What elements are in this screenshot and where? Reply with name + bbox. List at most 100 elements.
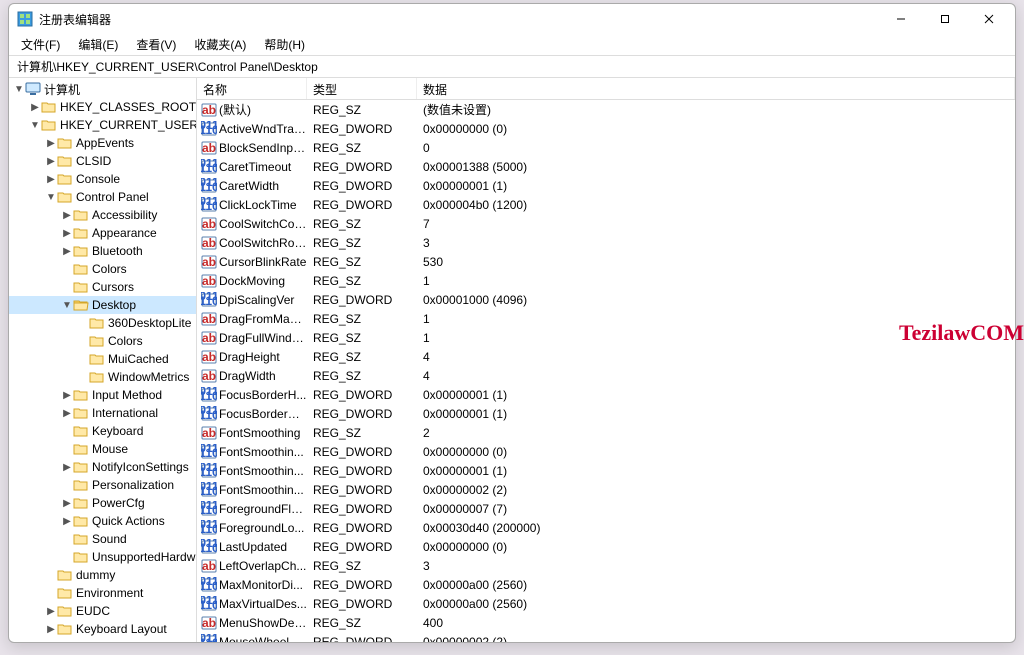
menu-help[interactable]: 帮助(H) bbox=[256, 34, 313, 55]
value-row[interactable]: abCursorBlinkRateREG_SZ530 bbox=[197, 252, 1015, 271]
expand-icon[interactable]: ▶ bbox=[61, 227, 73, 239]
tree-item[interactable]: Environment bbox=[9, 584, 196, 602]
value-row[interactable]: 011110CaretWidthREG_DWORD0x00000001 (1) bbox=[197, 176, 1015, 195]
value-row[interactable]: 011110FontSmoothin...REG_DWORD0x00000002… bbox=[197, 480, 1015, 499]
value-row[interactable]: 011110MaxVirtualDes...REG_DWORD0x00000a0… bbox=[197, 594, 1015, 613]
value-row[interactable]: abDragFullWindo...REG_SZ1 bbox=[197, 328, 1015, 347]
menu-edit[interactable]: 编辑(E) bbox=[70, 34, 126, 55]
maximize-button[interactable] bbox=[923, 4, 967, 34]
value-row[interactable]: abDragHeightREG_SZ4 bbox=[197, 347, 1015, 366]
tree-item[interactable]: ▶Keyboard Layout bbox=[9, 620, 196, 638]
value-row[interactable]: abMenuShowDelayREG_SZ400 bbox=[197, 613, 1015, 632]
tree-item[interactable]: ▶CLSID bbox=[9, 152, 196, 170]
tree-item[interactable]: Keyboard bbox=[9, 422, 196, 440]
tree-item[interactable]: MuiCached bbox=[9, 350, 196, 368]
value-row[interactable]: 011110FocusBorderH...REG_DWORD0x00000001… bbox=[197, 385, 1015, 404]
expand-icon[interactable]: ▶ bbox=[61, 245, 73, 257]
expand-icon[interactable] bbox=[77, 317, 89, 329]
value-row[interactable]: abDragFromMaxi...REG_SZ1 bbox=[197, 309, 1015, 328]
menu-view[interactable]: 查看(V) bbox=[128, 34, 184, 55]
expand-icon[interactable]: ▼ bbox=[13, 83, 25, 95]
expand-icon[interactable] bbox=[61, 533, 73, 545]
tree-item[interactable]: ▶AppEvents bbox=[9, 134, 196, 152]
minimize-button[interactable] bbox=[879, 4, 923, 34]
value-row[interactable]: 011110FontSmoothin...REG_DWORD0x00000000… bbox=[197, 442, 1015, 461]
expand-icon[interactable] bbox=[61, 263, 73, 275]
expand-icon[interactable] bbox=[61, 551, 73, 563]
tree-item[interactable]: ▶International bbox=[9, 404, 196, 422]
value-row[interactable]: 011110MaxMonitorDi...REG_DWORD0x00000a00… bbox=[197, 575, 1015, 594]
tree-item[interactable]: WindowMetrics bbox=[9, 368, 196, 386]
expand-icon[interactable] bbox=[45, 569, 57, 581]
tree-item[interactable]: Colors bbox=[9, 260, 196, 278]
tree-item[interactable]: ▶Quick Actions bbox=[9, 512, 196, 530]
value-row[interactable]: 011110FontSmoothin...REG_DWORD0x00000001… bbox=[197, 461, 1015, 480]
value-row[interactable]: 011110FocusBorderW...REG_DWORD0x00000001… bbox=[197, 404, 1015, 423]
menu-file[interactable]: 文件(F) bbox=[13, 34, 68, 55]
expand-icon[interactable] bbox=[61, 479, 73, 491]
value-row[interactable]: 011110LastUpdatedREG_DWORD0x00000000 (0) bbox=[197, 537, 1015, 556]
expand-icon[interactable] bbox=[61, 425, 73, 437]
tree-item[interactable]: ▶PowerCfg bbox=[9, 494, 196, 512]
close-button[interactable] bbox=[967, 4, 1011, 34]
expand-icon[interactable]: ▼ bbox=[61, 299, 73, 311]
expand-icon[interactable]: ▶ bbox=[61, 497, 73, 509]
value-row[interactable]: 011110ActiveWndTrac...REG_DWORD0x0000000… bbox=[197, 119, 1015, 138]
col-data[interactable]: 数据 bbox=[417, 78, 1015, 99]
tree-item[interactable]: ▶Input Method bbox=[9, 386, 196, 404]
value-row[interactable]: 011110ClickLockTimeREG_DWORD0x000004b0 (… bbox=[197, 195, 1015, 214]
value-row[interactable]: abLeftOverlapCh...REG_SZ3 bbox=[197, 556, 1015, 575]
tree-item[interactable]: 360DesktopLite bbox=[9, 314, 196, 332]
value-row[interactable]: abDockMovingREG_SZ1 bbox=[197, 271, 1015, 290]
expand-icon[interactable] bbox=[77, 335, 89, 347]
expand-icon[interactable]: ▶ bbox=[45, 623, 57, 635]
expand-icon[interactable]: ▶ bbox=[61, 209, 73, 221]
tree-item[interactable]: ▶HKEY_CLASSES_ROOT bbox=[9, 98, 196, 116]
expand-icon[interactable]: ▶ bbox=[29, 101, 41, 113]
tree-item[interactable]: UnsupportedHardwareNotificationCache bbox=[9, 548, 196, 566]
value-row[interactable]: abFontSmoothingREG_SZ2 bbox=[197, 423, 1015, 442]
value-row[interactable]: 011110DpiScalingVerREG_DWORD0x00001000 (… bbox=[197, 290, 1015, 309]
address-bar[interactable]: 计算机\HKEY_CURRENT_USER\Control Panel\Desk… bbox=[9, 56, 1015, 78]
tree-item[interactable]: ▶Accessibility bbox=[9, 206, 196, 224]
value-list[interactable]: 名称 类型 数据 ab(默认)REG_SZ(数值未设置)011110Active… bbox=[197, 78, 1015, 642]
tree-item[interactable]: ▶NotifyIconSettings bbox=[9, 458, 196, 476]
tree-item[interactable]: Sound bbox=[9, 530, 196, 548]
expand-icon[interactable] bbox=[61, 443, 73, 455]
tree-item[interactable]: ▼Desktop bbox=[9, 296, 196, 314]
value-row[interactable]: 011110CaretTimeoutREG_DWORD0x00001388 (5… bbox=[197, 157, 1015, 176]
tree-item[interactable]: dummy bbox=[9, 566, 196, 584]
expand-icon[interactable]: ▶ bbox=[45, 155, 57, 167]
tree-item[interactable]: ▶Appearance bbox=[9, 224, 196, 242]
expand-icon[interactable] bbox=[77, 353, 89, 365]
titlebar[interactable]: 注册表编辑器 bbox=[9, 4, 1015, 34]
tree-item[interactable]: ▶Console bbox=[9, 170, 196, 188]
tree-item[interactable]: ▼Control Panel bbox=[9, 188, 196, 206]
tree-item[interactable]: Cursors bbox=[9, 278, 196, 296]
tree-item[interactable]: ▶Bluetooth bbox=[9, 242, 196, 260]
expand-icon[interactable]: ▶ bbox=[45, 137, 57, 149]
expand-icon[interactable]: ▶ bbox=[61, 407, 73, 419]
expand-icon[interactable]: ▶ bbox=[61, 461, 73, 473]
tree-item[interactable]: Mouse bbox=[9, 440, 196, 458]
value-row[interactable]: abCoolSwitchCol...REG_SZ7 bbox=[197, 214, 1015, 233]
expand-icon[interactable]: ▶ bbox=[61, 389, 73, 401]
expand-icon[interactable] bbox=[77, 371, 89, 383]
expand-icon[interactable]: ▶ bbox=[45, 173, 57, 185]
value-row[interactable]: ab(默认)REG_SZ(数值未设置) bbox=[197, 100, 1015, 119]
tree-item[interactable]: ▼HKEY_CURRENT_USER bbox=[9, 116, 196, 134]
tree-item[interactable]: ▼计算机 bbox=[9, 80, 196, 98]
expand-icon[interactable] bbox=[61, 281, 73, 293]
menu-favorites[interactable]: 收藏夹(A) bbox=[186, 34, 254, 55]
tree-item[interactable]: Personalization bbox=[9, 476, 196, 494]
col-name[interactable]: 名称 bbox=[197, 78, 307, 99]
value-row[interactable]: abDragWidthREG_SZ4 bbox=[197, 366, 1015, 385]
registry-tree[interactable]: ▼计算机▶HKEY_CLASSES_ROOT▼HKEY_CURRENT_USER… bbox=[9, 78, 197, 642]
value-row[interactable]: abCoolSwitchRowsREG_SZ3 bbox=[197, 233, 1015, 252]
value-row[interactable]: 011110ForegroundFla...REG_DWORD0x0000000… bbox=[197, 499, 1015, 518]
value-row[interactable]: 011110ForegroundLo...REG_DWORD0x00030d40… bbox=[197, 518, 1015, 537]
expand-icon[interactable]: ▶ bbox=[45, 605, 57, 617]
expand-icon[interactable]: ▶ bbox=[61, 515, 73, 527]
tree-item[interactable]: ▶EUDC bbox=[9, 602, 196, 620]
value-row[interactable]: 011110MouseWheelR...REG_DWORD0x00000002 … bbox=[197, 632, 1015, 642]
